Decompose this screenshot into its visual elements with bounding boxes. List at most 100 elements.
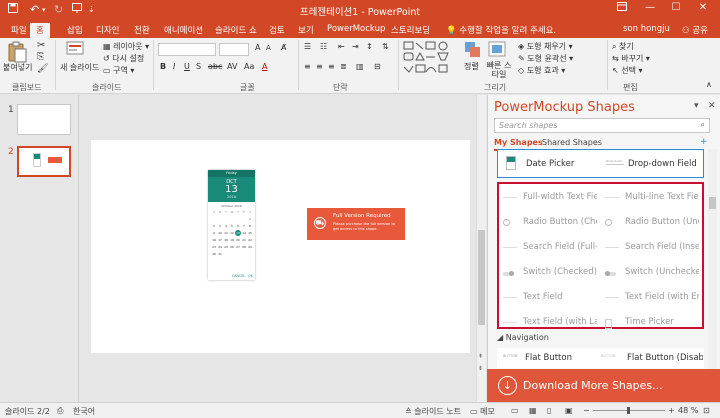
grow-font-icon[interactable]: A (255, 43, 260, 52)
bold-icon[interactable]: B (160, 62, 166, 71)
comments-button[interactable]: ▭ 메모 (470, 406, 495, 417)
paste-button[interactable]: 붙여넣기 (3, 62, 32, 73)
zoom-in-icon[interactable]: + (668, 406, 675, 415)
tab-slideshow[interactable]: 슬라이드 쇼 (209, 23, 263, 38)
section-button[interactable]: ▭ 구역 ▾ (103, 65, 134, 76)
download-more-button[interactable]: ↓ Download More Shapes... (487, 369, 720, 402)
quick-styles-icon[interactable] (488, 41, 506, 62)
shapes-gallery[interactable] (403, 41, 455, 78)
calendar-day[interactable]: 8 (247, 223, 253, 229)
shape-outline-button[interactable]: ✎ 도형 윤곽선 ▾ (518, 53, 573, 64)
tab-home[interactable]: 홈 (30, 23, 50, 38)
navigation-section-header[interactable]: ◢ Navigation (497, 333, 704, 347)
zoom-slider-thumb[interactable] (627, 407, 630, 414)
minimize-button[interactable]: — (639, 2, 661, 18)
font-color-icon[interactable]: A (262, 62, 267, 71)
shape-date-picker[interactable]: Date Picker (526, 159, 596, 169)
tell-me-box[interactable]: 💡 수행할 작업을 알려 주세요. (440, 23, 562, 38)
language-status[interactable]: 한국어 (73, 406, 95, 417)
locked-shape-item[interactable]: Time Picker (625, 317, 699, 327)
tab-my-shapes[interactable]: My Shapes (494, 138, 543, 147)
full-version-notice[interactable]: ⛟ Full Version Required Please purchase … (307, 208, 405, 240)
locked-shape-item[interactable]: Multi-line Text Field (625, 192, 699, 202)
tab-animations[interactable]: 애니메이션 (158, 23, 209, 38)
pane-scrollbar-thumb[interactable] (709, 197, 716, 209)
shadow-icon[interactable]: S (196, 62, 201, 71)
strikethrough-icon[interactable]: abc (208, 62, 222, 71)
scrollbar-thumb[interactable] (478, 230, 485, 325)
find-button[interactable]: ⌕ 찾기 (612, 41, 634, 52)
pane-close-icon[interactable]: ✕ (708, 101, 716, 111)
locked-shape-item[interactable]: Search Field (Inset) (625, 242, 699, 252)
search-icon[interactable]: ⌕ (701, 120, 705, 130)
tab-shared-shapes[interactable]: Shared Shapes (542, 138, 602, 147)
char-spacing-icon[interactable]: AV (227, 62, 237, 71)
tab-powermockup[interactable]: PowerMockup (321, 23, 391, 38)
locked-shape-item[interactable]: Full-width Text Field (523, 192, 597, 202)
shape-dropdown-field[interactable]: Drop-down Field (628, 159, 702, 169)
arrange-icon[interactable] (464, 41, 482, 62)
locked-shape-item[interactable]: Radio Button (Unc... (625, 217, 699, 227)
locked-shape-item[interactable]: Radio Button (Che... (523, 217, 597, 227)
shape-flat-button[interactable]: Flat Button (525, 353, 595, 363)
font-size-combo[interactable] (219, 43, 249, 56)
text-direction-icon[interactable]: ⇅ (382, 42, 389, 51)
italic-icon[interactable]: I (173, 62, 175, 71)
locked-shape-item[interactable]: Text Field (with La... (523, 317, 597, 327)
arrange-button[interactable]: 정렬 (464, 61, 479, 72)
calendar-day[interactable]: 15 (247, 230, 253, 236)
calendar-day[interactable]: 29 (247, 244, 253, 250)
calendar-day[interactable]: 31 (217, 251, 223, 257)
decrease-indent-icon[interactable]: ⇤ (338, 42, 345, 51)
align-text-icon[interactable]: ⊟ (374, 62, 381, 71)
locked-shape-item[interactable]: Text Field (with Err... (625, 292, 699, 302)
align-right-icon[interactable]: ≡ (328, 62, 335, 71)
ribbon-display-icon[interactable] (611, 2, 633, 18)
pane-scrollbar[interactable] (708, 149, 717, 369)
underline-icon[interactable]: U (184, 62, 190, 71)
locked-shape-item[interactable]: Switch (Unchecked) (625, 267, 699, 277)
format-painter-icon[interactable]: 🖌 (37, 64, 48, 74)
increase-indent-icon[interactable]: ⇥ (352, 42, 359, 51)
new-slide-button[interactable]: 새 슬라이드 (60, 62, 99, 73)
locked-shape-item[interactable]: Search Field (Full-... (523, 242, 597, 252)
select-button[interactable]: ↖ 선택 ▾ (612, 65, 643, 76)
slideshow-view-icon[interactable]: ▣ (565, 406, 573, 415)
change-case-icon[interactable]: Aa (244, 62, 254, 71)
shape-flat-button-disabled[interactable]: Flat Button (Disabl... (627, 353, 703, 363)
replace-button[interactable]: ⇆ 바꾸기 ▾ (612, 53, 650, 64)
calendar-day[interactable]: 22 (247, 237, 253, 243)
slide-canvas[interactable]: Friday OCT 13 2016 October 2016 SMTWTFS1… (91, 140, 470, 353)
fit-slide-icon[interactable]: ⊡ (703, 406, 710, 415)
spelling-icon[interactable]: ⎙ (57, 406, 63, 416)
clear-format-icon[interactable]: A̸ (281, 43, 286, 52)
align-left-icon[interactable]: ≡ (304, 62, 311, 71)
zoom-out-icon[interactable]: − (583, 406, 590, 415)
reading-view-icon[interactable]: ▯ (547, 406, 551, 415)
calendar-day[interactable]: 1 (247, 216, 253, 222)
tab-storyboarding[interactable]: 스토리보딩 (385, 23, 436, 38)
tab-insert[interactable]: 삽입 (61, 23, 89, 38)
tab-transitions[interactable]: 전환 (128, 23, 156, 38)
maximize-button[interactable]: ☐ (665, 2, 687, 18)
justify-icon[interactable]: ≣ (340, 62, 347, 71)
slide-sorter-icon[interactable]: ▦ (529, 406, 537, 415)
copy-icon[interactable]: ⎘ (37, 52, 44, 62)
slide-thumbnail-1[interactable] (17, 104, 71, 135)
tab-review[interactable]: 검토 (263, 23, 291, 38)
columns-icon[interactable]: ▥ (356, 62, 364, 71)
shape-fill-button[interactable]: ◈ 도형 채우기 ▾ (518, 41, 573, 52)
tab-design[interactable]: 디자인 (90, 23, 125, 38)
user-name[interactable]: son hongju (617, 23, 676, 38)
zoom-level[interactable]: 48 % (678, 406, 698, 415)
bullets-icon[interactable]: ☰ (304, 42, 311, 51)
numbering-icon[interactable]: ☷ (320, 42, 327, 51)
locked-shape-item[interactable]: Text Field (523, 292, 597, 302)
shrink-font-icon[interactable]: A (266, 44, 271, 52)
locked-shape-item[interactable]: Switch (Checked) (523, 267, 597, 277)
editor-scrollbar[interactable]: ⇞ ⇟ (476, 95, 486, 402)
tab-view[interactable]: 보기 (292, 23, 320, 38)
zoom-slider[interactable] (593, 407, 665, 414)
slide-thumbnail-2[interactable] (17, 146, 71, 177)
align-center-icon[interactable]: ≡ (316, 62, 323, 71)
